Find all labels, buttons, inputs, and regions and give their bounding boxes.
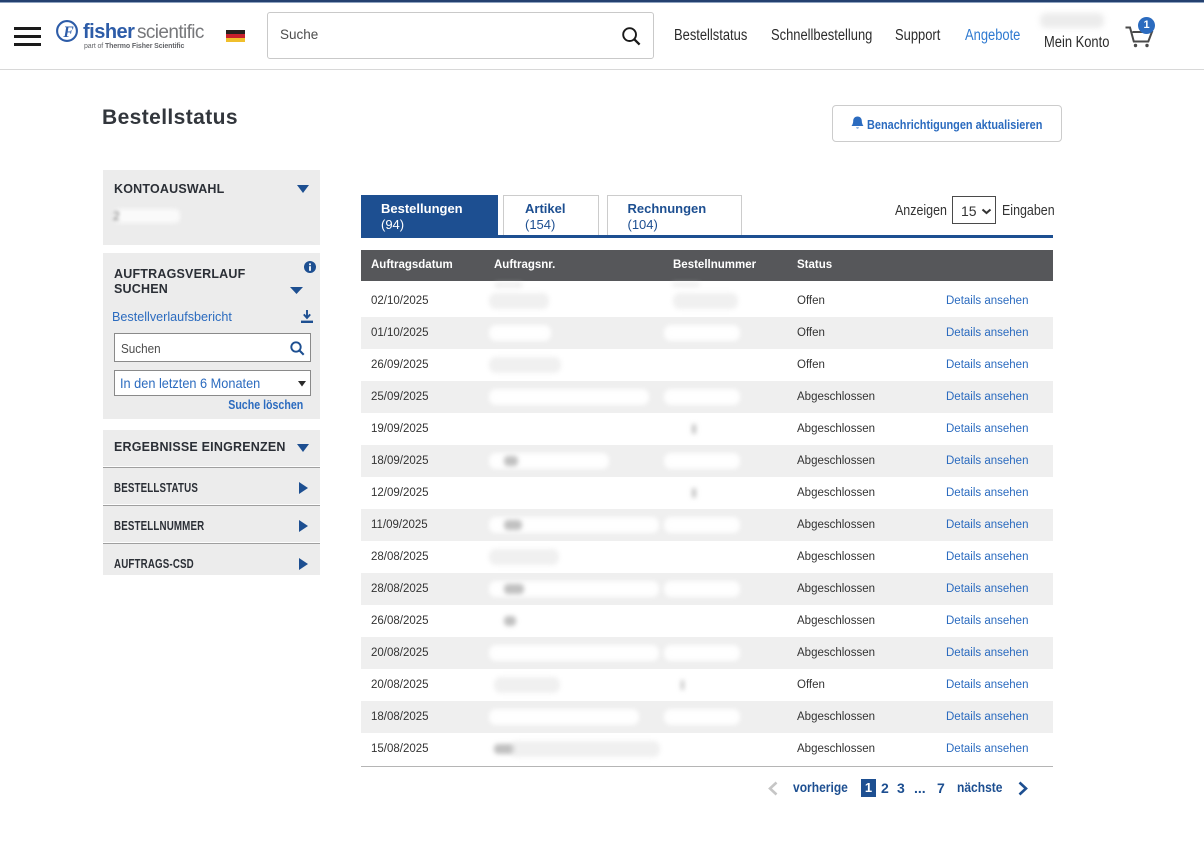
svg-text:F: F [62, 24, 74, 41]
